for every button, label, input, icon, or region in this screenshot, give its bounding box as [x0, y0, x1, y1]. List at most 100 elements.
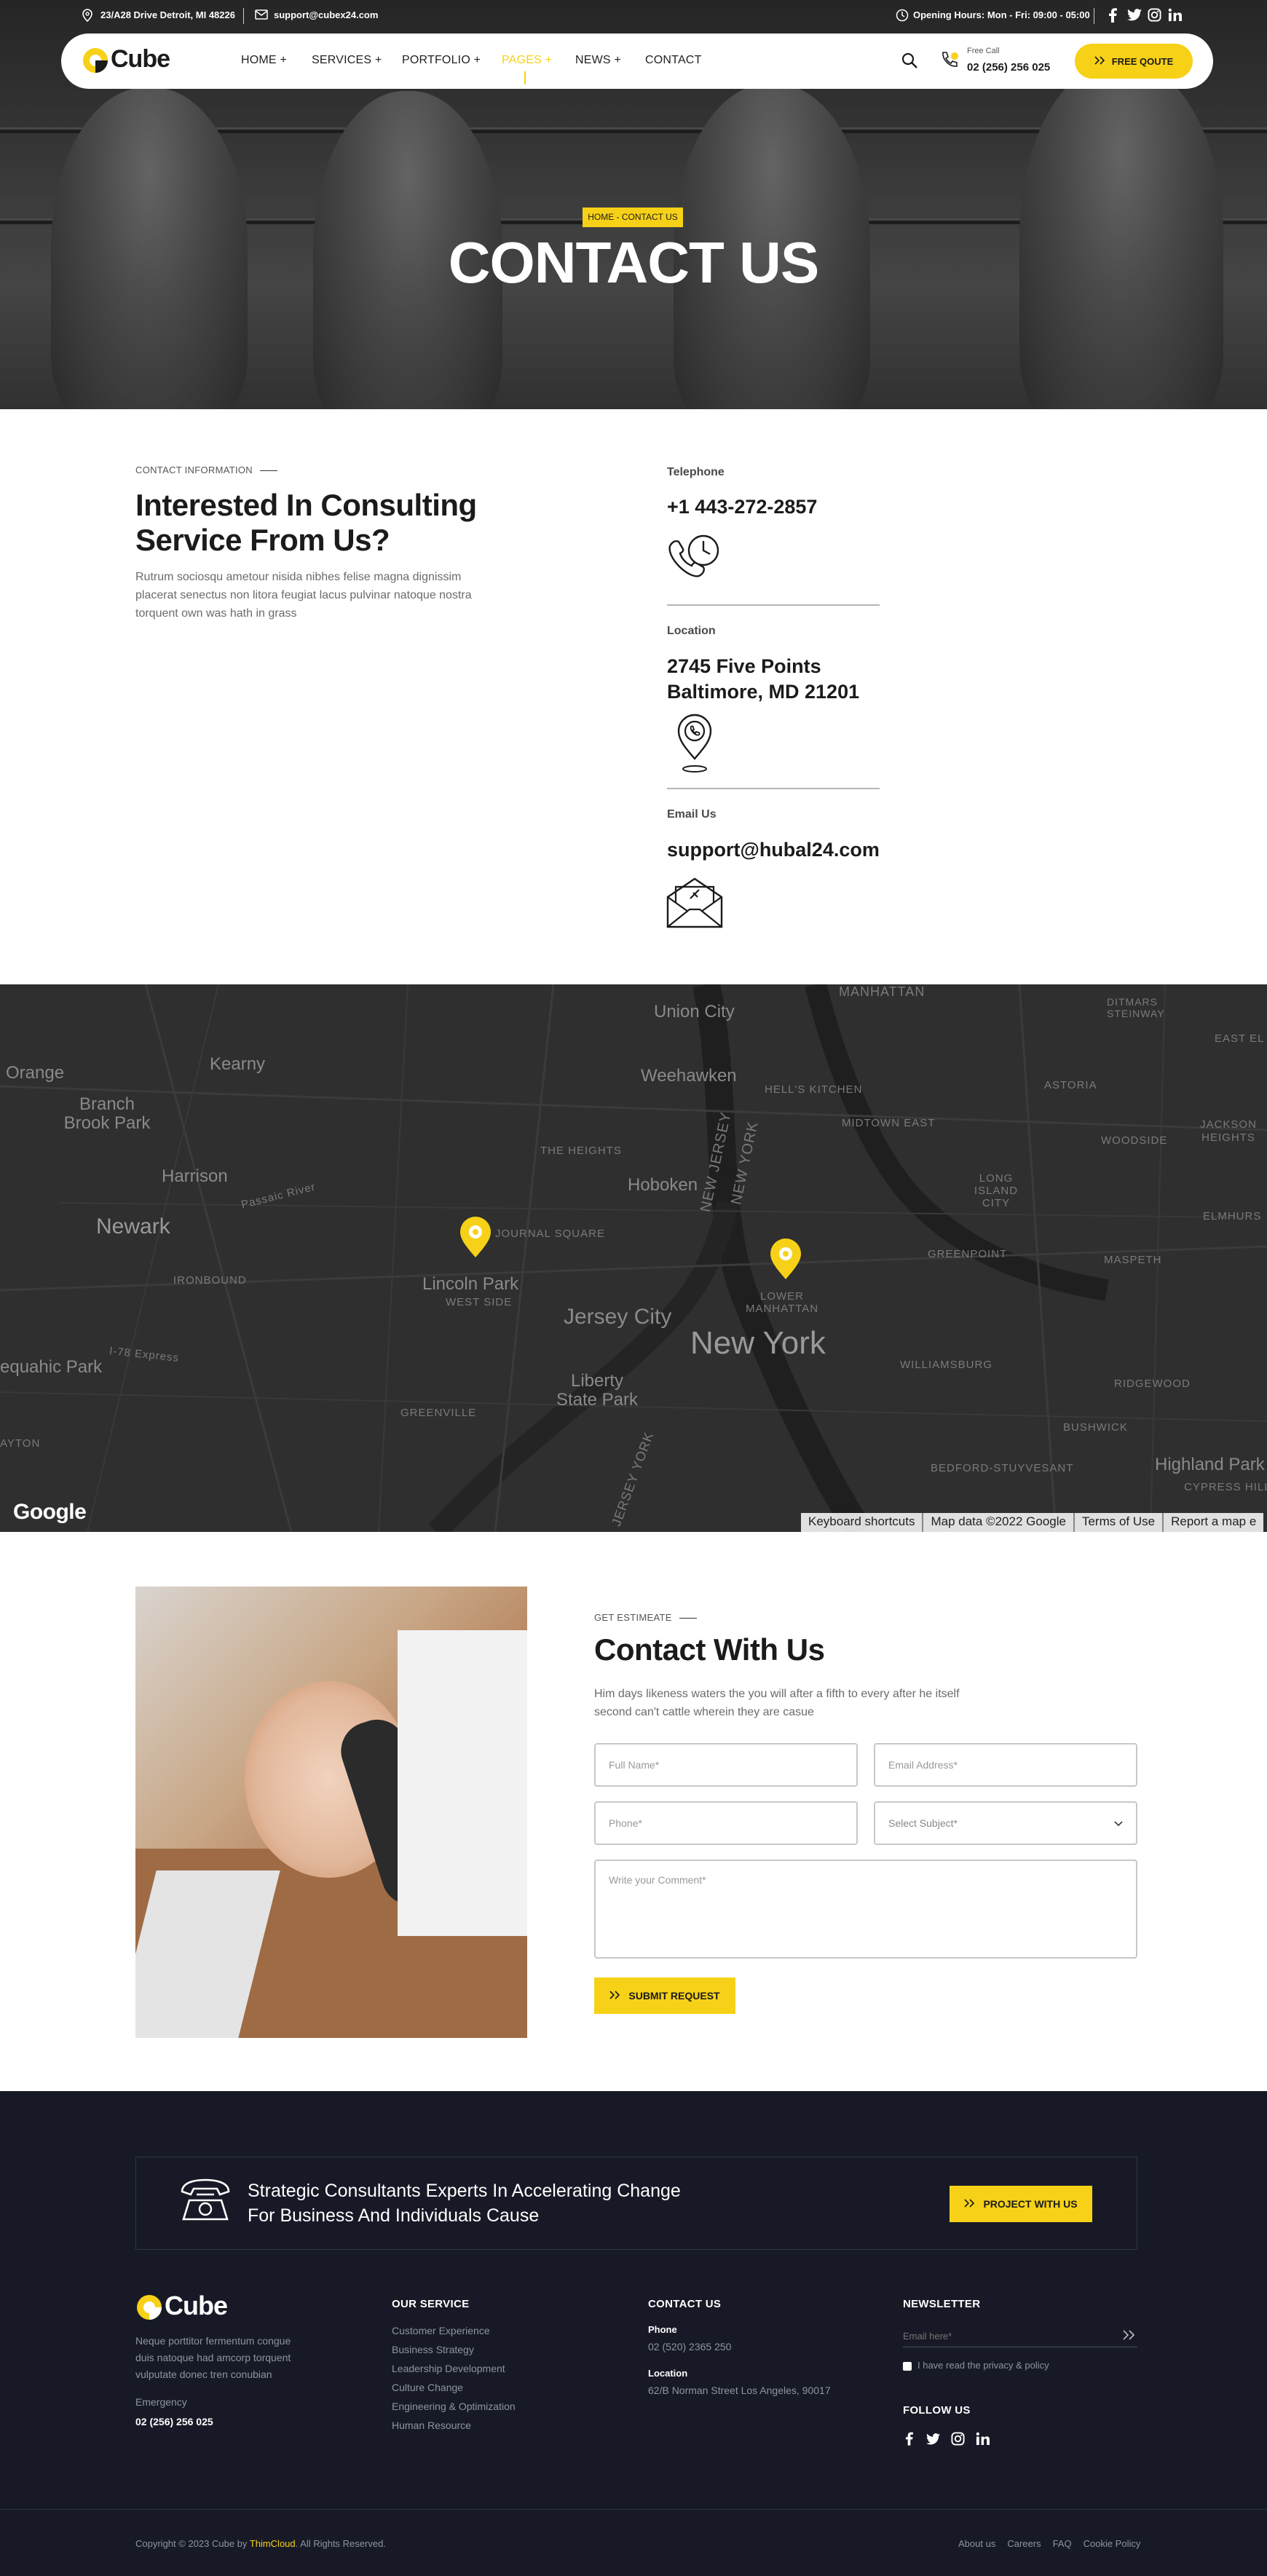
- send-arrow-icon[interactable]: [1123, 2330, 1136, 2344]
- footer-phone[interactable]: 02 (520) 2365 250: [648, 2337, 731, 2356]
- map-label: MIDTOWN EAST: [842, 1117, 936, 1129]
- map-label: DITMARS STEINWAY: [1107, 996, 1165, 1019]
- section-heading: Contact With Us: [594, 1632, 825, 1667]
- cta-line: For Business And Individuals Cause: [248, 2205, 540, 2226]
- footer-logo-icon[interactable]: [135, 2293, 163, 2325]
- map-label: Liberty State Park: [556, 1371, 639, 1410]
- email-input[interactable]: [874, 1743, 1137, 1787]
- nav-pages[interactable]: PAGES +: [502, 54, 552, 67]
- emergency-label: Emergency: [135, 2396, 187, 2408]
- open-envelope-icon: [666, 877, 724, 933]
- comment-textarea[interactable]: [594, 1860, 1137, 1959]
- main-navbar: Cube HOME + SERVICES + PORTFOLIO + PAGES…: [61, 33, 1213, 89]
- footer-location-label: Location: [648, 2368, 688, 2379]
- instagram-icon[interactable]: [951, 2432, 965, 2449]
- footer-link-about[interactable]: About us: [958, 2538, 995, 2549]
- map-embed[interactable]: MANHATTAN Union City DITMARS STEINWAY EA…: [0, 984, 1267, 1532]
- service-links: Customer Experience Business Strategy Le…: [392, 2321, 516, 2435]
- map-attribution-link[interactable]: Terms of Use: [1075, 1513, 1164, 1532]
- call-label: Free Call: [967, 47, 1000, 55]
- linkedin-icon[interactable]: [976, 2432, 990, 2449]
- service-link[interactable]: Human Resource: [392, 2416, 516, 2435]
- nav-contact[interactable]: CONTACT: [645, 54, 702, 67]
- full-name-input[interactable]: [594, 1743, 858, 1787]
- phone-input[interactable]: [594, 1801, 858, 1845]
- free-quote-button[interactable]: FREE QOUTE: [1075, 44, 1193, 79]
- google-logo[interactable]: Google: [13, 1500, 87, 1525]
- service-link[interactable]: Customer Experience: [392, 2321, 516, 2340]
- heading-line: Interested In Consulting: [135, 488, 477, 522]
- section-description: Rutrum sociosqu ametour nisida nibhes fe…: [135, 568, 472, 623]
- map-attribution-link[interactable]: Keyboard shortcuts: [801, 1513, 924, 1532]
- location-pin-icon: [82, 9, 93, 24]
- map-attribution-text: Map data ©2022 Google: [923, 1513, 1075, 1532]
- map-label: GREENPOINT: [928, 1248, 1008, 1260]
- logo-icon[interactable]: [82, 47, 109, 78]
- white-shirt: [398, 1630, 527, 1936]
- emergency-number[interactable]: 02 (256) 256 025: [135, 2416, 213, 2427]
- footer-link-careers[interactable]: Careers: [1007, 2538, 1041, 2549]
- twitter-icon[interactable]: [926, 2433, 940, 2449]
- topbar-hours: Opening Hours: Mon - Fri: 09:00 - 05:00: [913, 9, 1090, 20]
- top-info-bar: 23/A28 Drive Detroit, MI 48226 support@c…: [82, 6, 1203, 26]
- map-marker-icon[interactable]: [459, 1216, 492, 1262]
- map-label: Weehawken: [641, 1066, 737, 1086]
- submit-label: SUBMIT REQUEST: [628, 1990, 720, 2002]
- footer-logo-text[interactable]: Cube: [165, 2291, 228, 2321]
- logo-text[interactable]: Cube: [111, 45, 170, 74]
- telephone-label: Telephone: [667, 466, 725, 478]
- map-label: BEDFORD-STUYVESANT: [931, 1462, 1074, 1474]
- map-label: Highland Park: [1155, 1455, 1265, 1474]
- nav-news[interactable]: NEWS +: [575, 54, 621, 67]
- map-label: LOWER MANHATTAN: [745, 1290, 819, 1315]
- privacy-checkbox[interactable]: [903, 2362, 912, 2371]
- woman-on-phone-photo: [135, 1587, 527, 2038]
- phone-call-icon: [939, 50, 961, 75]
- location-line: Baltimore, MD 21201: [667, 681, 860, 703]
- service-link[interactable]: Business Strategy: [392, 2340, 516, 2359]
- map-label: Jersey City: [564, 1305, 672, 1329]
- subject-select[interactable]: Select Subject*: [874, 1801, 1137, 1845]
- newsletter-email-input[interactable]: [903, 2326, 1137, 2347]
- map-attribution-link[interactable]: Report a map e: [1164, 1513, 1263, 1532]
- description-line: Rutrum sociosqu ametour nisida nibhes fe…: [135, 571, 462, 583]
- map-label: GREENVILLE: [400, 1407, 477, 1419]
- telephone-value[interactable]: +1 443-272-2857: [667, 494, 817, 520]
- footer-bottom-links: About us Careers FAQ Cookie Policy: [958, 2538, 1140, 2549]
- project-label: PROJECT WITH US: [983, 2198, 1078, 2210]
- linkedin-icon[interactable]: [1168, 8, 1182, 24]
- nav-home[interactable]: HOME +: [241, 54, 287, 67]
- cta-line: Strategic Consultants Experts In Acceler…: [248, 2181, 681, 2201]
- service-link[interactable]: Engineering & Optimization: [392, 2397, 516, 2416]
- project-with-us-button[interactable]: PROJECT WITH US: [950, 2186, 1092, 2222]
- service-link[interactable]: Culture Change: [392, 2378, 516, 2397]
- map-label: WEST SIDE: [446, 1296, 513, 1308]
- map-label: CYPRESS HILL: [1184, 1481, 1267, 1493]
- map-label: MASPETH: [1104, 1254, 1162, 1266]
- email-value[interactable]: support@hubal24.com: [667, 837, 880, 863]
- footer-link-faq[interactable]: FAQ: [1053, 2538, 1072, 2549]
- map-label: Hoboken: [628, 1175, 698, 1195]
- instagram-icon[interactable]: [1148, 8, 1161, 24]
- nav-services[interactable]: SERVICES +: [312, 54, 382, 67]
- double-chevron-icon: [1094, 55, 1106, 67]
- description-line: placerat senectus non litora feugiat lac…: [135, 589, 472, 601]
- footer-link-cookie[interactable]: Cookie Policy: [1084, 2538, 1141, 2549]
- footer-about: Neque porttitor fermentum congue duis na…: [135, 2333, 291, 2383]
- submit-request-button[interactable]: SUBMIT REQUEST: [594, 1978, 735, 2014]
- map-marker-icon[interactable]: [769, 1238, 802, 1284]
- map-label: THE HEIGHTS: [540, 1145, 622, 1157]
- facebook-icon[interactable]: [905, 2432, 913, 2449]
- map-label: Branch Brook Park: [63, 1094, 151, 1133]
- twitter-icon[interactable]: [1127, 9, 1142, 23]
- topbar-email[interactable]: support@cubex24.com: [274, 9, 378, 20]
- search-icon[interactable]: [901, 52, 918, 73]
- map-label: MANHATTAN: [839, 984, 925, 999]
- facebook-icon[interactable]: [1108, 8, 1117, 25]
- call-number[interactable]: 02 (256) 256 025: [967, 61, 1050, 74]
- map-label: Newark: [96, 1214, 170, 1238]
- service-link[interactable]: Leadership Development: [392, 2359, 516, 2378]
- copyright-brand-link[interactable]: ThimCloud: [250, 2538, 296, 2549]
- footer-divider: [0, 2509, 1267, 2510]
- nav-portfolio[interactable]: PORTFOLIO +: [402, 54, 481, 67]
